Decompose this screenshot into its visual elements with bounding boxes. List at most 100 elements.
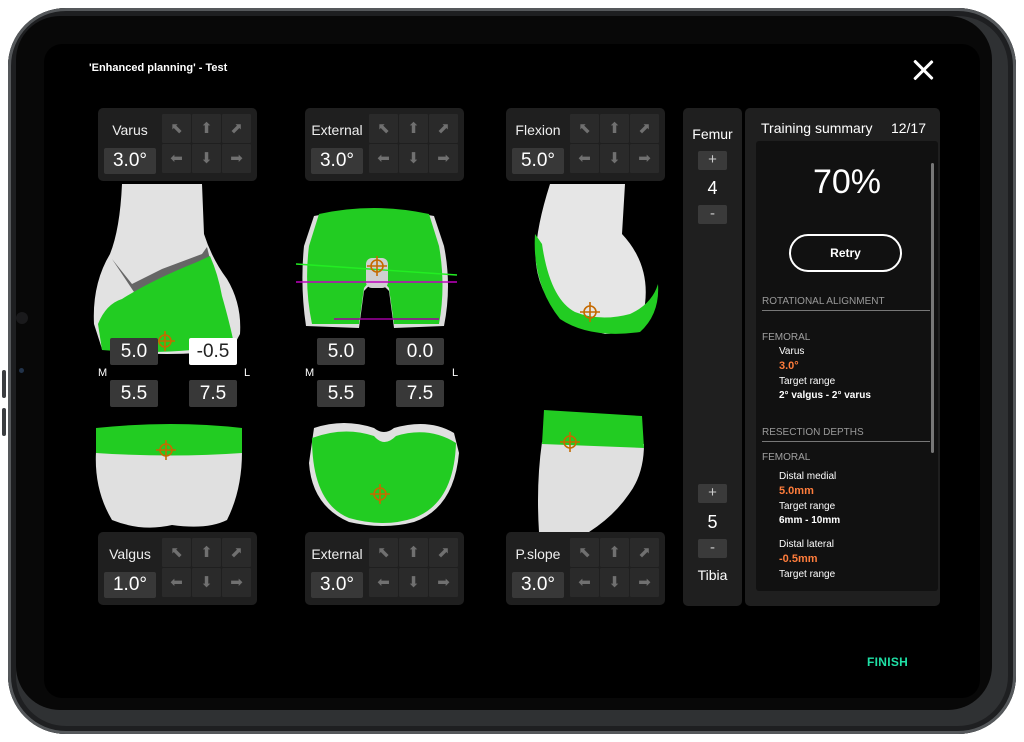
app-screen: 'Enhanced planning' - Test Varus 3.0° ⬉ … xyxy=(44,44,980,698)
tibia-label: Tibia xyxy=(697,567,728,583)
external-bottom-value: 3.0° xyxy=(311,572,363,598)
pslope-arrow-pad: ⬉ ⬆ ⬈ ⬅ ⬇ ➡ xyxy=(570,538,660,598)
arrow-left-icon[interactable]: ⬅ xyxy=(570,144,599,173)
external-bottom-control: External 3.0° ⬉ ⬆ ⬈ ⬅ ⬇ ➡ xyxy=(305,532,464,605)
arrow-up-right-icon[interactable]: ⬈ xyxy=(630,114,659,143)
summary-content[interactable]: 70% Retry ROTATIONAL ALIGNMENT FEMORAL V… xyxy=(756,141,938,591)
tibia-size-value: 5 xyxy=(707,512,718,532)
tibia-axial-view xyxy=(309,423,459,526)
femur-axial-view xyxy=(295,208,458,328)
arrow-up-left-icon[interactable]: ⬉ xyxy=(369,114,398,143)
finish-button[interactable]: FINISH xyxy=(867,655,908,669)
femur-sagittal-view xyxy=(534,184,659,334)
tibia-minus-button[interactable]: - xyxy=(698,539,727,558)
arrow-up-left-icon[interactable]: ⬉ xyxy=(369,538,398,567)
retry-button[interactable]: Retry xyxy=(789,234,902,272)
mid-bottom-medial-value[interactable]: 5.5 xyxy=(317,380,365,407)
left-bottom-lateral-value[interactable]: 7.5 xyxy=(189,380,237,407)
distal-medial-value: 5.0mm xyxy=(779,485,814,497)
arrow-up-right-icon[interactable]: ⬈ xyxy=(630,538,659,567)
femur-plus-button[interactable]: + xyxy=(698,151,727,170)
arrow-left-icon[interactable]: ⬅ xyxy=(570,568,599,597)
arrow-right-icon[interactable]: ➡ xyxy=(429,568,458,597)
target-range-label: Target range xyxy=(779,501,836,512)
tablet-side-button xyxy=(2,370,6,398)
arrow-left-icon[interactable]: ⬅ xyxy=(369,144,398,173)
arrow-up-left-icon[interactable]: ⬉ xyxy=(570,114,599,143)
app-title: 'Enhanced planning' - Test xyxy=(89,62,228,74)
varus-control: Varus 3.0° ⬉ ⬆ ⬈ ⬅ ⬇ ➡ xyxy=(98,108,257,181)
arrow-right-icon[interactable]: ➡ xyxy=(630,568,659,597)
arrow-up-right-icon[interactable]: ⬈ xyxy=(222,538,251,567)
arrow-up-left-icon[interactable]: ⬉ xyxy=(162,538,191,567)
arrow-right-icon[interactable]: ➡ xyxy=(630,144,659,173)
arrow-down-icon[interactable]: ⬇ xyxy=(600,144,629,173)
varus-target-range: 2° valgus - 2° varus xyxy=(779,390,871,401)
training-summary-panel: Training summary 12/17 70% Retry ROTATIO… xyxy=(745,108,940,606)
arrow-down-icon[interactable]: ⬇ xyxy=(600,568,629,597)
arrow-down-icon[interactable]: ⬇ xyxy=(399,144,428,173)
arrow-left-icon[interactable]: ⬅ xyxy=(162,144,191,173)
mid-top-lateral-value[interactable]: 0.0 xyxy=(396,338,444,365)
target-range-label: Target range xyxy=(779,376,836,387)
arrow-down-icon[interactable]: ⬇ xyxy=(192,568,221,597)
resection-depths-heading: RESECTION DEPTHS xyxy=(762,427,930,442)
arrow-left-icon[interactable]: ⬅ xyxy=(369,568,398,597)
arrow-up-right-icon[interactable]: ⬈ xyxy=(429,114,458,143)
flexion-label: Flexion xyxy=(515,122,561,138)
external-top-control: External 3.0° ⬉ ⬆ ⬈ ⬅ ⬇ ➡ xyxy=(305,108,464,181)
femoral-heading: FEMORAL xyxy=(762,332,811,343)
close-icon[interactable] xyxy=(906,54,940,88)
pslope-label: P.slope xyxy=(515,546,561,562)
flexion-arrow-pad: ⬉ ⬆ ⬈ ⬅ ⬇ ➡ xyxy=(570,114,660,174)
arrow-left-icon[interactable]: ⬅ xyxy=(162,568,191,597)
summary-count: 12/17 xyxy=(890,120,926,136)
arrow-up-right-icon[interactable]: ⬈ xyxy=(429,538,458,567)
valgus-arrow-pad: ⬉ ⬆ ⬈ ⬅ ⬇ ➡ xyxy=(162,538,252,598)
external-top-arrow-pad: ⬉ ⬆ ⬈ ⬅ ⬇ ➡ xyxy=(369,114,459,174)
varus-summary-value: 3.0° xyxy=(779,360,799,372)
distal-lateral-value: -0.5mm xyxy=(779,553,818,565)
arrow-up-icon[interactable]: ⬆ xyxy=(600,114,629,143)
arrow-right-icon[interactable]: ➡ xyxy=(222,144,251,173)
summary-title: Training summary xyxy=(761,120,873,136)
external-top-label: External xyxy=(311,122,363,138)
arrow-up-icon[interactable]: ⬆ xyxy=(192,538,221,567)
arrow-down-icon[interactable]: ⬇ xyxy=(192,144,221,173)
varus-label: Varus xyxy=(112,122,148,138)
varus-arrow-pad: ⬉ ⬆ ⬈ ⬅ ⬇ ➡ xyxy=(162,114,252,174)
mid-top-medial-value[interactable]: 5.0 xyxy=(317,338,365,365)
external-bottom-arrow-pad: ⬉ ⬆ ⬈ ⬅ ⬇ ➡ xyxy=(369,538,459,598)
tablet-side-button xyxy=(2,408,6,436)
valgus-control: Valgus 1.0° ⬉ ⬆ ⬈ ⬅ ⬇ ➡ xyxy=(98,532,257,605)
arrow-up-left-icon[interactable]: ⬉ xyxy=(570,538,599,567)
femur-label: Femur xyxy=(692,126,733,142)
arrow-up-right-icon[interactable]: ⬈ xyxy=(222,114,251,143)
varus-value: 3.0° xyxy=(104,148,156,174)
distal-lateral-label: Distal lateral xyxy=(779,539,835,550)
score-percent: 70% xyxy=(812,163,882,201)
left-bottom-medial-value[interactable]: 5.5 xyxy=(110,380,158,407)
arrow-up-icon[interactable]: ⬆ xyxy=(399,114,428,143)
left-top-medial-value[interactable]: 5.0 xyxy=(110,338,158,365)
femur-minus-button[interactable]: - xyxy=(698,205,727,224)
left-l-label: L xyxy=(244,367,251,379)
pslope-value: 3.0° xyxy=(512,572,564,598)
arrow-up-icon[interactable]: ⬆ xyxy=(600,538,629,567)
distal-medial-target-range: 6mm - 10mm xyxy=(779,515,841,526)
arrow-right-icon[interactable]: ➡ xyxy=(222,568,251,597)
left-m-label: M xyxy=(98,367,108,379)
summary-scrollbar[interactable] xyxy=(931,163,934,453)
pslope-control: P.slope 3.0° ⬉ ⬆ ⬈ ⬅ ⬇ ➡ xyxy=(506,532,665,605)
arrow-down-icon[interactable]: ⬇ xyxy=(399,568,428,597)
arrow-up-left-icon[interactable]: ⬉ xyxy=(162,114,191,143)
mid-bottom-lateral-value[interactable]: 7.5 xyxy=(396,380,444,407)
arrow-up-icon[interactable]: ⬆ xyxy=(399,538,428,567)
arrow-up-icon[interactable]: ⬆ xyxy=(192,114,221,143)
arrow-right-icon[interactable]: ➡ xyxy=(429,144,458,173)
tibia-plus-button[interactable]: + xyxy=(698,484,727,503)
flexion-value: 5.0° xyxy=(512,148,564,174)
valgus-label: Valgus xyxy=(109,546,151,562)
left-top-lateral-value[interactable]: -0.5 xyxy=(189,338,237,365)
external-bottom-label: External xyxy=(311,546,363,562)
